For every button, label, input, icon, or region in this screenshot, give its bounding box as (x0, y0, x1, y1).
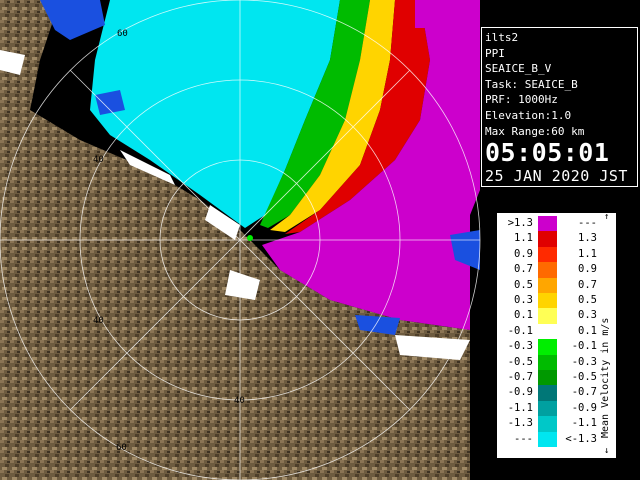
legend-color-swatch (538, 293, 557, 309)
legend-lower-bound: -0.7 (507, 371, 533, 383)
legend-color-swatch (538, 431, 557, 447)
legend-upper-bound: --- (578, 217, 597, 229)
arrow-down-icon: ↓ (604, 446, 610, 456)
range-rings (0, 0, 481, 480)
legend-lower-bound: 0.1 (514, 309, 533, 322)
legend-color-swatch (538, 323, 557, 340)
legend-color-swatch (538, 277, 557, 293)
legend-row: -0.7 -0.5 (497, 370, 597, 386)
legend-upper-bound: -0.9 (571, 401, 597, 414)
legend-lower-bound: 0.3 (514, 294, 533, 306)
legend-row: -0.3 -0.1 (497, 339, 597, 355)
legend-color-swatch (538, 246, 557, 263)
radar-site-marker (247, 235, 253, 241)
legend-upper-bound: <-1.3 (565, 432, 597, 445)
range-ring-label: 60 (116, 443, 127, 453)
legend-row: -0.9 -0.7 (497, 385, 597, 401)
range-ring-label: 60 (117, 29, 128, 39)
legend-upper-bound: 0.7 (578, 278, 597, 291)
legend-lower-bound: --- (514, 432, 533, 445)
legend-lower-bound: 0.5 (514, 278, 533, 291)
legend-color-swatch (538, 416, 557, 432)
velocity-legend: >1.3 --- 1.1 1.3 0.9 1.1 0.7 0.9 0.5 0.7 0.3 0.5 0.1… (496, 212, 617, 459)
legend-row: 0.5 0.7 (497, 277, 597, 293)
legend-color-swatch (538, 231, 557, 247)
legend-upper-bound: 1.1 (578, 247, 597, 260)
legend-color-swatch (538, 385, 557, 401)
legend-row: 0.7 0.9 (497, 262, 597, 278)
range-ring-label: 40 (93, 155, 104, 165)
legend-row: -1.3 -1.1 (497, 416, 597, 432)
legend-color-swatch (538, 262, 557, 278)
legend-lower-bound: -0.9 (507, 386, 533, 399)
max-range-value: Max Range:60 km (485, 124, 585, 138)
elevation-value: Elevation:1.0 (485, 108, 572, 122)
legend-upper-bound: -0.3 (571, 355, 597, 368)
legend-row: 0.9 1.1 (497, 246, 597, 263)
legend-lower-bound: 0.9 (514, 247, 533, 260)
legend-title-text: Mean Velocity in m/s (600, 317, 611, 438)
legend-row: -0.5 -0.3 (497, 354, 597, 370)
legend-color-swatch (538, 354, 557, 370)
legend-row: -1.1 -0.9 (497, 400, 597, 417)
legend-upper-bound: 1.3 (578, 232, 597, 245)
scan-mode: PPI (485, 46, 505, 60)
legend-upper-bound: -0.1 (571, 340, 597, 353)
legend-title: Mean Velocity in m/s (600, 232, 614, 442)
legend-upper-bound: -1.1 (571, 417, 597, 430)
scan-info-panel: ilts2 PPI SEAICE_B_V Task: SEAICE_B PRF:… (481, 27, 638, 187)
legend-upper-bound: 0.5 (578, 294, 597, 306)
legend-row: 1.1 1.3 (497, 231, 597, 247)
legend-row: 0.1 0.3 (497, 308, 597, 324)
legend-lower-bound: 0.7 (514, 263, 533, 276)
legend-lower-bound: >1.3 (507, 217, 533, 229)
legend-color-swatch (538, 370, 557, 386)
legend-lower-bound: -1.3 (507, 417, 533, 430)
arrow-up-icon: ↑ (604, 212, 610, 222)
legend-color-swatch (538, 339, 557, 355)
legend-row: -0.1 0.1 (497, 323, 597, 340)
range-ring-label: 40 (93, 316, 104, 326)
task-name: Task: SEAICE_B (485, 77, 578, 91)
legend-color-swatch (538, 216, 557, 232)
scan-date: 25 JAN 2020 JST (485, 167, 628, 186)
prf-value: PRF: 1000Hz (485, 93, 558, 107)
legend-row: >1.3 --- (497, 216, 597, 232)
legend-lower-bound: -0.3 (507, 340, 533, 353)
product-name: SEAICE_B_V (485, 62, 552, 76)
legend-upper-bound: 0.1 (578, 324, 597, 337)
range-ring-label: 40 (234, 396, 245, 406)
scan-time: 05:05:01 (485, 138, 610, 168)
legend-lower-bound: -0.1 (507, 324, 533, 337)
legend-upper-bound: -0.7 (571, 386, 597, 399)
legend-upper-bound: -0.5 (571, 371, 597, 383)
legend-color-swatch (538, 400, 557, 417)
legend-color-swatch (538, 308, 557, 324)
legend-upper-bound: 0.3 (578, 309, 597, 322)
station-name: ilts2 (485, 31, 519, 44)
legend-row: 0.3 0.5 (497, 293, 597, 309)
receding-echo-top (415, 0, 480, 28)
legend-upper-bound: 0.9 (578, 263, 597, 276)
legend-lower-bound: -0.5 (507, 355, 533, 368)
legend-row: --- <-1.3 (497, 431, 597, 447)
legend-lower-bound: 1.1 (514, 232, 533, 245)
legend-lower-bound: -1.1 (507, 401, 533, 414)
